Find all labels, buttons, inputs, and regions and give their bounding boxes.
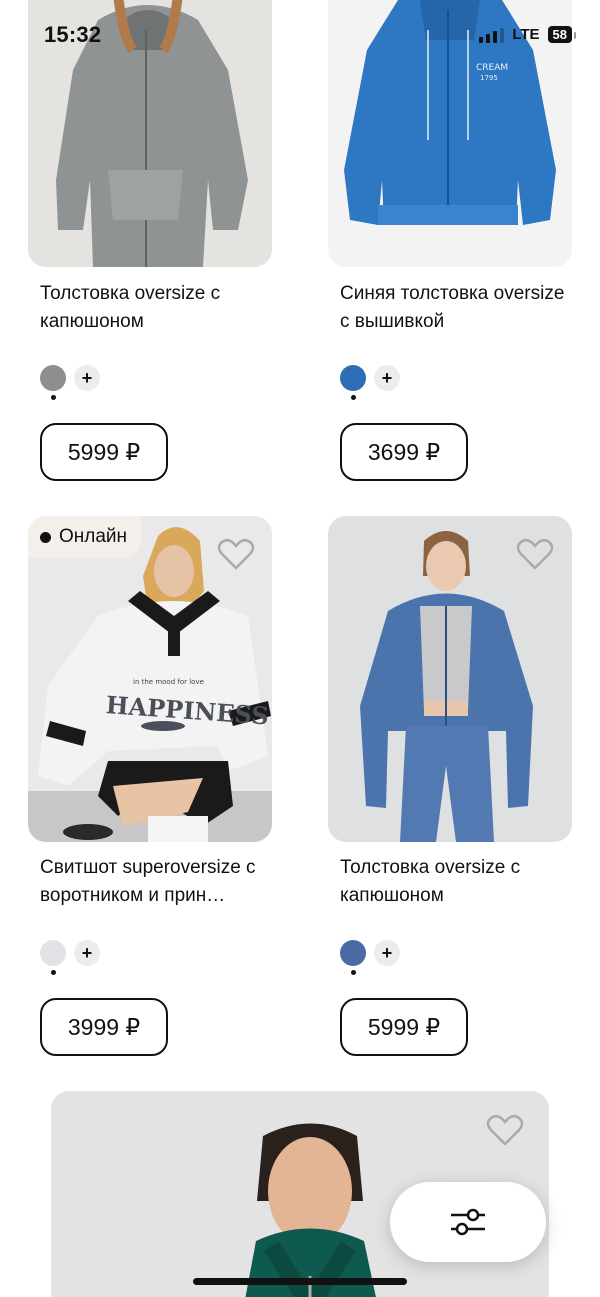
more-colors-button[interactable]: +	[374, 365, 400, 391]
favorite-heart-icon[interactable]	[486, 1114, 524, 1148]
svg-text:CREAM: CREAM	[476, 63, 508, 73]
color-swatches-3: +	[40, 940, 100, 975]
color-swatch[interactable]	[340, 365, 366, 400]
color-swatches-1: +	[40, 365, 100, 400]
online-badge: Онлайн	[28, 516, 142, 558]
favorite-heart-icon[interactable]	[217, 538, 255, 572]
print-tagline: in the mood for love	[133, 678, 204, 686]
status-indicators: LTE 58	[479, 26, 577, 43]
badge-bullet	[40, 531, 51, 543]
price-button-2[interactable]: 3699 ₽	[340, 423, 468, 481]
product-title-3[interactable]: Свитшот superoversize с воротником и при…	[40, 854, 272, 910]
color-swatch[interactable]	[40, 365, 66, 400]
network-label: LTE	[512, 26, 540, 43]
color-swatch[interactable]	[40, 940, 66, 975]
price-button-3[interactable]: 3999 ₽	[40, 998, 168, 1056]
favorite-heart-icon[interactable]	[516, 538, 554, 572]
sliders-icon	[451, 1208, 485, 1236]
product-title-1[interactable]: Толстовка oversize с капюшоном	[40, 280, 272, 336]
signal-icon	[479, 27, 505, 43]
status-time: 15:32	[44, 22, 102, 47]
price-button-1[interactable]: 5999 ₽	[40, 423, 168, 481]
battery-icon: 58	[547, 26, 577, 43]
selected-dot	[51, 970, 56, 975]
more-colors-button[interactable]: +	[74, 940, 100, 966]
selected-dot	[351, 970, 356, 975]
home-indicator	[193, 1278, 407, 1285]
selected-dot	[51, 395, 56, 400]
online-badge-label: Онлайн	[59, 526, 128, 547]
selected-dot	[351, 395, 356, 400]
product-title-4[interactable]: Толстовка oversize с капюшоном	[340, 854, 572, 910]
more-colors-button[interactable]: +	[374, 940, 400, 966]
product-title-2[interactable]: Синяя толстовка oversize с вышивкой	[340, 280, 572, 336]
color-swatches-2: +	[340, 365, 400, 400]
color-swatch[interactable]	[340, 940, 366, 975]
color-swatches-4: +	[340, 940, 400, 975]
svg-text:1795: 1795	[480, 74, 498, 82]
price-button-4[interactable]: 5999 ₽	[340, 998, 468, 1056]
filter-button[interactable]	[390, 1182, 546, 1262]
more-colors-button[interactable]: +	[74, 365, 100, 391]
